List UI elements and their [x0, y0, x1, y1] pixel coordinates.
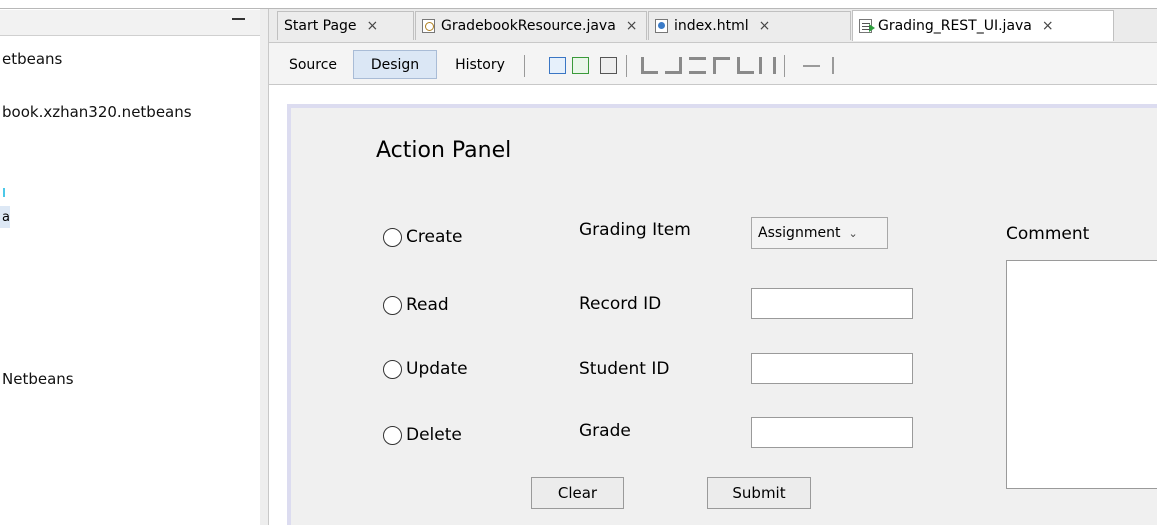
java-file-icon	[422, 19, 435, 33]
toolbar-separator	[626, 55, 627, 77]
record-id-label: Record ID	[579, 294, 662, 314]
align-top-icon[interactable]	[713, 57, 730, 74]
selection-mode-icon[interactable]	[549, 57, 566, 74]
update-radio[interactable]: Update	[383, 359, 468, 379]
tab-index-html[interactable]: index.html ×	[648, 11, 851, 40]
radio-label: Delete	[406, 425, 462, 445]
close-icon[interactable]: ×	[1042, 18, 1054, 34]
projects-pane-header	[0, 10, 260, 36]
toolbar-separator	[524, 55, 525, 77]
pane-splitter[interactable]	[260, 9, 269, 525]
project-tree-item[interactable]: book.xzhan320.netbeans	[2, 103, 192, 121]
projects-pane	[0, 9, 261, 525]
align-bottom-icon[interactable]	[737, 57, 754, 74]
radio-label: Update	[406, 359, 468, 379]
record-id-input[interactable]	[751, 288, 913, 319]
read-radio[interactable]: Read	[383, 295, 449, 315]
project-tree-item[interactable]: etbeans	[2, 50, 62, 68]
comment-textarea[interactable]	[1006, 260, 1157, 489]
grading-item-label: Grading Item	[579, 220, 691, 240]
tab-label: Grading_REST_UI.java	[878, 18, 1032, 34]
tab-label: GradebookResource.java	[441, 18, 616, 34]
radio-label: Create	[406, 227, 463, 247]
radio-label: Read	[406, 295, 449, 315]
source-view-button[interactable]: Source	[277, 50, 349, 79]
connection-mode-icon[interactable]	[572, 57, 589, 74]
tree-marker	[3, 188, 5, 197]
close-icon[interactable]: ×	[367, 18, 379, 34]
resize-horizontal-icon[interactable]	[803, 65, 820, 67]
tab-grading-rest-ui[interactable]: Grading_REST_UI.java ×	[852, 10, 1114, 41]
grade-input[interactable]	[751, 417, 913, 448]
project-tree-item[interactable]: a	[2, 210, 10, 225]
close-icon[interactable]: ×	[759, 18, 771, 34]
window-top-strip	[0, 0, 1157, 9]
delete-radio[interactable]: Delete	[383, 425, 462, 445]
toolbar-separator	[784, 55, 785, 77]
radio-circle-icon	[383, 295, 402, 315]
clear-button[interactable]: Clear	[531, 477, 624, 509]
center-horizontally-icon[interactable]	[689, 57, 706, 74]
preview-design-icon[interactable]	[600, 57, 617, 74]
radio-circle-icon	[383, 425, 402, 445]
chevron-down-icon: ⌄	[848, 226, 858, 240]
tab-label: Start Page	[284, 18, 357, 34]
center-vertically-icon[interactable]	[759, 57, 776, 74]
align-left-icon[interactable]	[641, 57, 658, 74]
close-icon[interactable]: ×	[626, 18, 638, 34]
minimize-icon[interactable]	[232, 18, 245, 20]
align-right-icon[interactable]	[665, 57, 682, 74]
tab-label: index.html	[674, 18, 749, 34]
project-tree-item[interactable]: Netbeans	[2, 370, 74, 388]
grading-item-value: Assignment	[758, 225, 841, 241]
design-view-button[interactable]: Design	[353, 50, 437, 79]
grading-item-select[interactable]: Assignment ⌄	[751, 217, 888, 249]
history-view-button[interactable]: History	[442, 50, 518, 79]
submit-button[interactable]: Submit	[707, 477, 811, 509]
radio-circle-icon	[383, 227, 402, 247]
resize-vertical-icon[interactable]	[832, 57, 834, 74]
form-file-icon	[859, 19, 875, 33]
tab-gradebook-resource[interactable]: GradebookResource.java ×	[415, 11, 647, 40]
comment-label: Comment	[1006, 224, 1090, 244]
html-file-icon	[655, 19, 668, 33]
action-panel-title: Action Panel	[376, 138, 512, 163]
radio-circle-icon	[383, 359, 402, 379]
tab-start-page[interactable]: Start Page ×	[277, 11, 414, 40]
create-radio[interactable]: Create	[383, 227, 463, 247]
student-id-label: Student ID	[579, 359, 670, 379]
student-id-input[interactable]	[751, 353, 913, 384]
grade-label: Grade	[579, 421, 631, 441]
